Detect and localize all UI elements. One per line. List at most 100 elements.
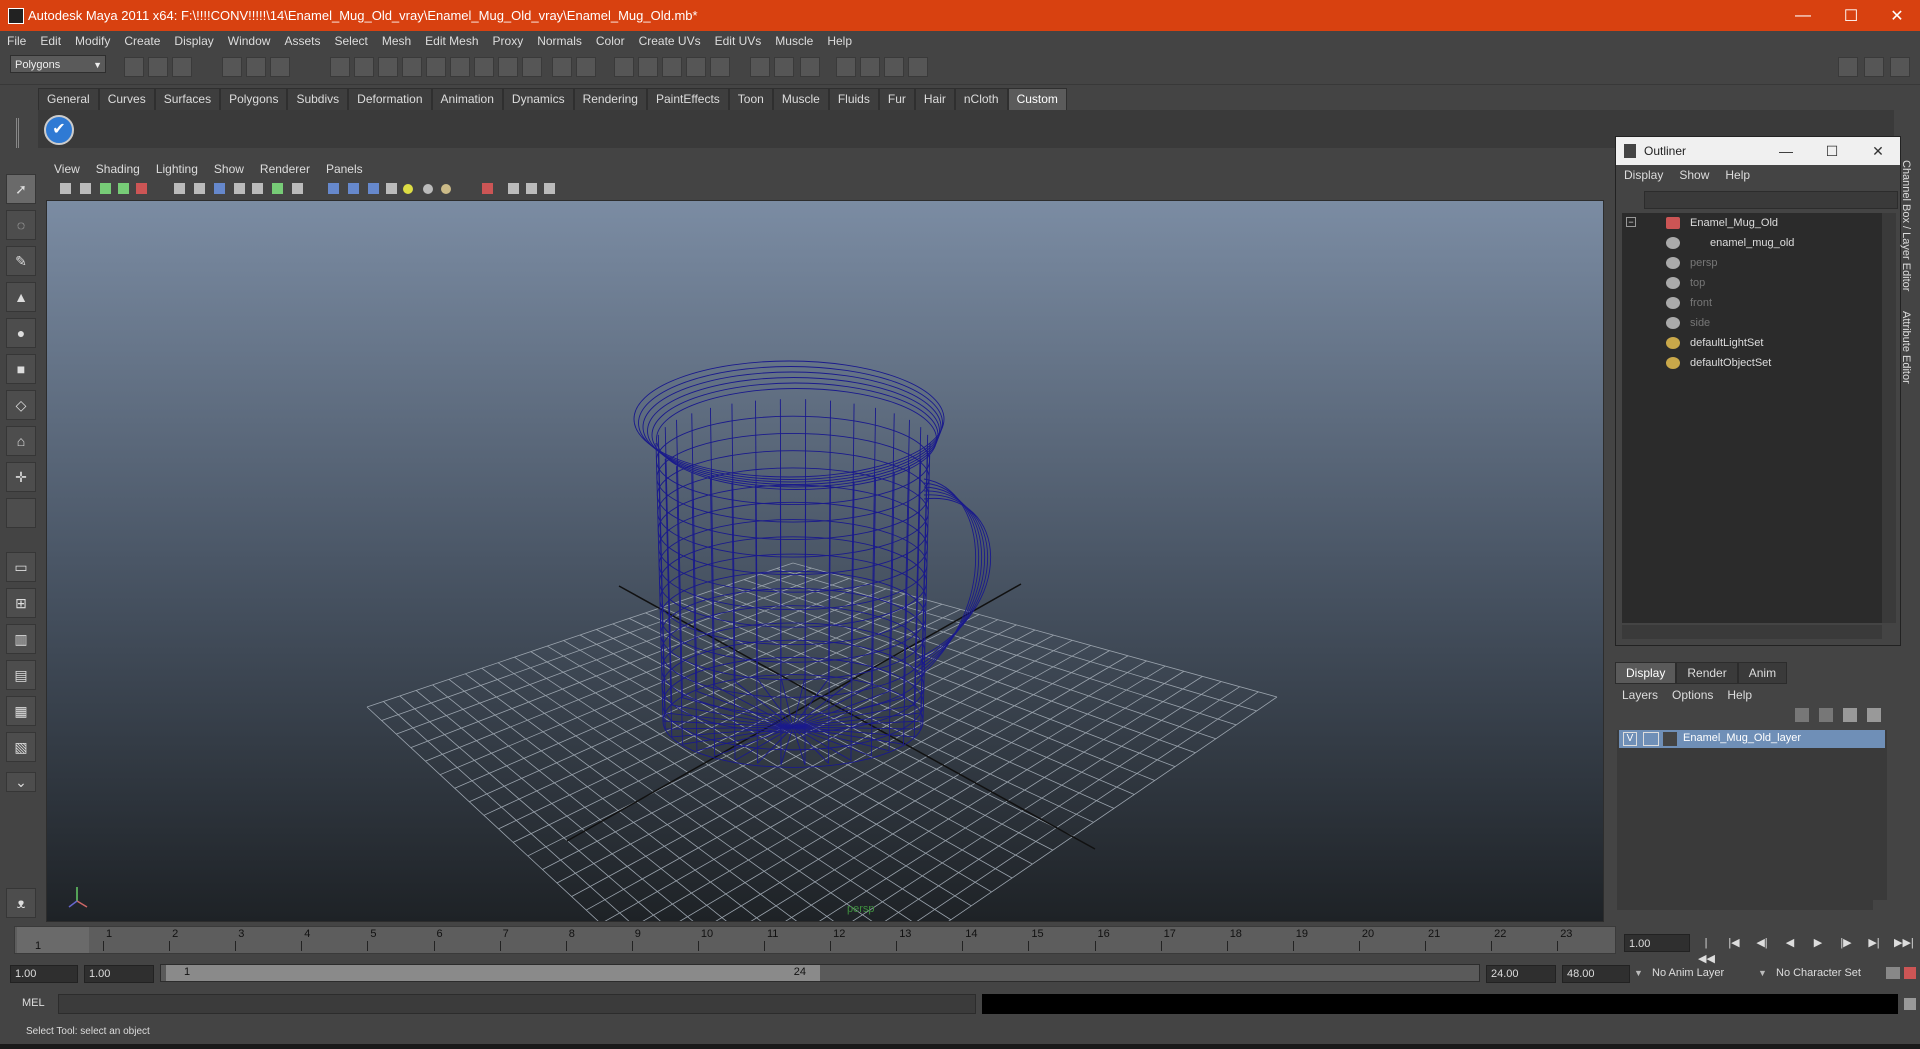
playback-end-field[interactable]: 24.00 (1486, 965, 1556, 983)
panel-menu-view[interactable]: View (46, 162, 88, 176)
shelf-tab-polygons[interactable]: Polygons (220, 88, 288, 110)
last-tool-icon[interactable]: ✛ (6, 462, 36, 492)
script-editor-icon[interactable] (1904, 998, 1916, 1010)
open-scene-icon[interactable] (148, 57, 168, 77)
playback-start-field[interactable]: 1.00 (84, 965, 154, 983)
select-curves-icon[interactable] (378, 57, 398, 77)
shelf-tab-general[interactable]: General (38, 88, 99, 110)
layer-menu-layers[interactable]: Layers (1615, 688, 1665, 702)
menu-color[interactable]: Color (589, 34, 632, 48)
layer-display-type-toggle[interactable] (1643, 732, 1659, 746)
ipr-render-icon[interactable] (860, 57, 880, 77)
move-layer-up-icon[interactable] (1795, 708, 1809, 722)
snap-to-point-icon[interactable] (662, 57, 682, 77)
select-by-component-icon[interactable] (270, 57, 290, 77)
select-surfaces-icon[interactable] (402, 57, 422, 77)
lasso-tool-icon[interactable]: ◌ (6, 210, 36, 240)
panel-menu-shading[interactable]: Shading (88, 162, 148, 176)
shelf-tab-muscle[interactable]: Muscle (772, 88, 829, 110)
toggle-attribute-editor-icon[interactable] (1838, 57, 1858, 77)
render-settings-icon[interactable] (884, 57, 904, 77)
layer-tab-display[interactable]: Display (1615, 662, 1677, 684)
side-tab-attribute-editor[interactable]: Attribute Editor (1900, 311, 1912, 384)
shelf-tab-fur[interactable]: Fur (878, 88, 915, 110)
menu-muscle[interactable]: Muscle (768, 34, 820, 48)
shelf-tab-dynamics[interactable]: Dynamics (502, 88, 574, 110)
play-forwards-icon[interactable]: ▶ (1810, 935, 1826, 951)
layer-tab-anim[interactable]: Anim (1737, 662, 1788, 684)
outliner-close-button[interactable]: ✕ (1858, 137, 1898, 165)
range-slider-handle[interactable]: 1 24 (166, 965, 820, 981)
side-tab-channel-box[interactable]: Channel Box / Layer Editor (1900, 160, 1912, 291)
outliner-filter-input[interactable] (1644, 191, 1898, 209)
select-rendering-icon[interactable] (474, 57, 494, 77)
play-backwards-icon[interactable]: ◀ (1782, 935, 1798, 951)
construction-history-icon[interactable] (774, 57, 794, 77)
current-frame-field[interactable]: 1.00 (1624, 934, 1690, 952)
go-to-end-icon[interactable]: ▶▶| (1894, 935, 1914, 951)
character-set-selector[interactable]: No Character Set (1772, 965, 1884, 983)
expand-collapse-icon[interactable]: − (1626, 217, 1636, 227)
snap-to-view-plane-icon[interactable] (686, 57, 706, 77)
step-back-key-icon[interactable]: ◀| (1754, 935, 1770, 951)
outliner-persp-layout-icon[interactable]: ▥ (6, 624, 36, 654)
select-misc-icon[interactable] (498, 57, 518, 77)
close-button[interactable]: ✕ (1874, 0, 1920, 31)
menu-normals[interactable]: Normals (530, 34, 589, 48)
menu-modify[interactable]: Modify (68, 34, 117, 48)
highlight-selection-icon[interactable] (576, 57, 596, 77)
layer-horizontal-scrollbar[interactable] (1617, 898, 1873, 910)
select-dynamics-icon[interactable] (450, 57, 470, 77)
menu-window[interactable]: Window (221, 34, 278, 48)
menu-assets[interactable]: Assets (277, 34, 327, 48)
step-forward-key-icon[interactable]: |▶ (1838, 935, 1854, 951)
panel-menu-panels[interactable]: Panels (318, 162, 371, 176)
outliner-vertical-scrollbar[interactable] (1882, 213, 1896, 623)
new-empty-layer-icon[interactable] (1843, 708, 1857, 722)
layer-tab-render[interactable]: Render (1676, 662, 1738, 684)
make-live-icon[interactable] (710, 57, 730, 77)
panel-menu-show[interactable]: Show (206, 162, 252, 176)
shelf-tab-subdivs[interactable]: Subdivs (287, 88, 349, 110)
time-slider[interactable]: 1 12345678910111213141516171819202122232… (14, 926, 1616, 954)
single-pane-layout-icon[interactable]: ▭ (6, 552, 36, 582)
layer-row[interactable]: V Enamel_Mug_Old_layer (1619, 730, 1885, 748)
menu-edit[interactable]: Edit (33, 34, 68, 48)
rotate-tool-icon[interactable]: ● (6, 318, 36, 348)
shelf-tab-surfaces[interactable]: Surfaces (154, 88, 221, 110)
step-back-frame-icon[interactable]: |◀ (1726, 935, 1742, 951)
outliner-horizontal-scrollbar[interactable] (1622, 625, 1882, 639)
new-layer-from-selection-icon[interactable] (1867, 708, 1881, 722)
menu-display[interactable]: Display (167, 34, 220, 48)
menu-set-selector[interactable]: Polygons ▼ (10, 55, 106, 73)
maximize-button[interactable]: ☐ (1828, 0, 1874, 31)
layout-menu-chevron-icon[interactable]: ⌄ (6, 772, 36, 792)
soft-mod-tool-icon[interactable]: ⌂ (6, 426, 36, 456)
menu-mesh[interactable]: Mesh (375, 34, 418, 48)
select-by-hierarchy-icon[interactable] (222, 57, 242, 77)
select-deformations-icon[interactable] (426, 57, 446, 77)
command-input[interactable] (58, 994, 976, 1014)
shelf-menu-handle[interactable] (16, 118, 35, 148)
menu-file[interactable]: File (0, 34, 33, 48)
outliner-item[interactable]: front (1690, 297, 1712, 309)
outliner-titlebar[interactable]: Outliner — ☐ ✕ (1616, 137, 1900, 165)
manipulator-tool-icon[interactable]: ◇ (6, 390, 36, 420)
input-output-icon[interactable] (750, 57, 770, 77)
hypershade-icon[interactable] (908, 57, 928, 77)
outliner-item[interactable]: defaultObjectSet (1690, 357, 1771, 369)
perspective-viewport[interactable]: persp (46, 200, 1604, 922)
outliner-menu-display[interactable]: Display (1616, 168, 1671, 182)
auto-key-icon[interactable] (1886, 967, 1900, 979)
end-time-field[interactable]: 48.00 (1562, 965, 1630, 983)
shelf-tab-ncloth[interactable]: nCloth (954, 88, 1008, 110)
animation-preferences-icon[interactable] (1904, 967, 1916, 979)
layer-menu-options[interactable]: Options (1665, 688, 1720, 702)
render-view-icon[interactable] (800, 57, 820, 77)
layer-visibility-toggle[interactable]: V (1623, 732, 1637, 746)
snap-to-grid-icon[interactable] (614, 57, 634, 77)
layer-edit-icon[interactable] (1663, 732, 1677, 746)
outliner-maximize-button[interactable]: ☐ (1812, 137, 1852, 165)
checkmark-icon[interactable]: ✔ (44, 115, 74, 145)
move-tool-icon[interactable]: ▲ (6, 282, 36, 312)
